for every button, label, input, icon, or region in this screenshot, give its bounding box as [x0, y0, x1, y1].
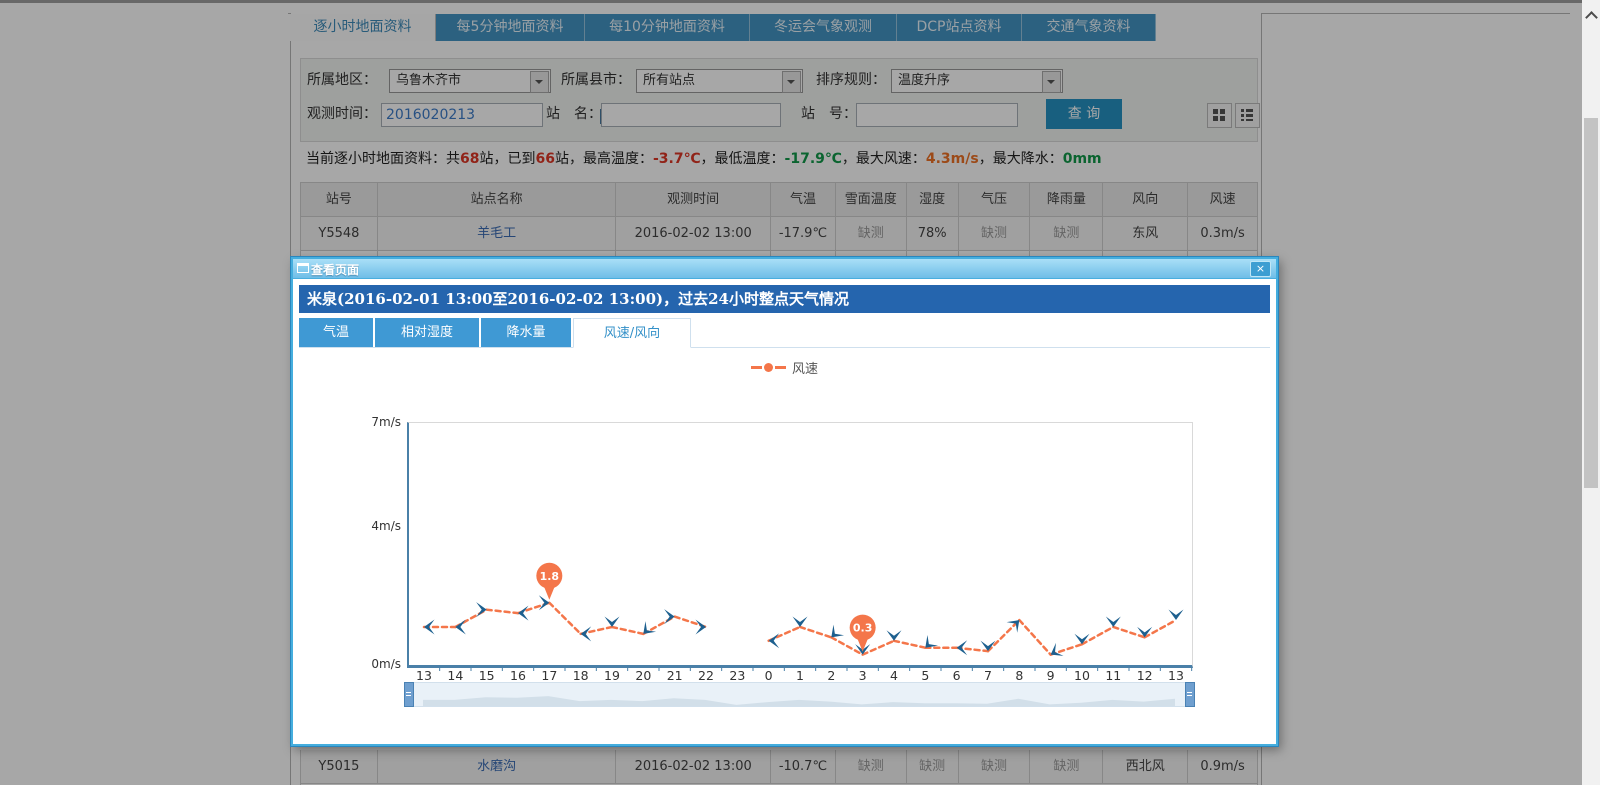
- wind-direction-arrow-icon: [886, 630, 901, 641]
- view-page-dialog: 查看页面 × 米泉(2016-02-01 13:00至2016-02-02 13…: [291, 257, 1278, 746]
- x-tick-label: 6: [953, 668, 961, 683]
- wind-direction-arrow-icon: [604, 616, 619, 627]
- datazoom-slider[interactable]: [407, 682, 1192, 707]
- x-tick-label: 23: [729, 668, 745, 683]
- dialog-tab-1[interactable]: 相对湿度: [375, 318, 479, 347]
- wind-direction-arrow-icon: [920, 635, 938, 653]
- dialog-tab-3[interactable]: 风速/风向: [573, 318, 691, 348]
- wind-direction-arrow-icon: [792, 616, 807, 627]
- wind-speed-chart: 1314151617181920212223012345678910111213…: [407, 422, 1193, 668]
- svg-text:1.8: 1.8: [540, 570, 560, 583]
- x-tick-label: 21: [667, 668, 683, 683]
- data-label-balloon: 1.8: [536, 563, 562, 600]
- x-tick-label: 11: [1105, 668, 1121, 683]
- top-border-line: [0, 0, 1600, 3]
- x-tick-label: 19: [604, 668, 620, 683]
- scrollbar-thumb[interactable]: [1584, 118, 1598, 488]
- datazoom-right-handle[interactable]: [1185, 682, 1195, 707]
- wind-direction-arrow-icon: [1106, 616, 1121, 627]
- x-tick-label: 15: [479, 668, 495, 683]
- wind-direction-arrow-icon: [1168, 610, 1183, 621]
- x-tick-label: 10: [1074, 668, 1090, 683]
- wind-direction-arrow-icon: [980, 641, 995, 652]
- close-button[interactable]: ×: [1250, 261, 1271, 277]
- x-tick-label: 3: [859, 668, 867, 683]
- x-tick-label: 12: [1137, 668, 1153, 683]
- vertical-scrollbar[interactable]: [1582, 0, 1600, 785]
- x-tick-label: 2: [827, 668, 835, 683]
- x-tick-label: 14: [447, 668, 463, 683]
- dialog-tab-bar: 气温相对湿度降水量风速/风向: [299, 318, 1270, 348]
- y-tick-label: 7m/s: [333, 413, 401, 431]
- dialog-title: 查看页面: [311, 261, 359, 278]
- y-tick-label: 4m/s: [333, 517, 401, 535]
- scroll-up-arrow-icon[interactable]: [1582, 6, 1600, 24]
- x-tick-label: 20: [635, 668, 651, 683]
- dialog-titlebar[interactable]: 查看页面 ×: [293, 259, 1276, 279]
- datazoom-left-handle[interactable]: [404, 682, 414, 707]
- wind-direction-arrow-icon: [695, 619, 706, 634]
- datazoom-silhouette: [408, 683, 1191, 706]
- x-tick-label: 18: [573, 668, 589, 683]
- x-tick-label: 17: [541, 668, 557, 683]
- legend-dot-icon: [764, 363, 773, 372]
- wind-direction-arrow-icon: [539, 595, 550, 610]
- chart-legend[interactable]: 风速: [293, 359, 1276, 375]
- x-tick-label: 1: [796, 668, 804, 683]
- y-tick-label: 0m/s: [333, 655, 401, 673]
- wind-direction-arrow-icon: [638, 621, 656, 639]
- x-tick-label: 5: [921, 668, 929, 683]
- legend-label: 风速: [792, 358, 818, 377]
- x-tick-label: 16: [510, 668, 526, 683]
- chart-canvas: 1314151617181920212223012345678910111213…: [409, 423, 1192, 665]
- x-tick-label: 8: [1015, 668, 1023, 683]
- wind-direction-arrow-icon: [518, 606, 529, 621]
- window-icon: [297, 263, 309, 273]
- legend-line-icon: [775, 366, 786, 369]
- dialog-tab-2[interactable]: 降水量: [481, 318, 571, 347]
- x-tick-label: 13: [416, 668, 432, 683]
- dialog-header-title: 米泉(2016-02-01 13:00至2016-02-02 13:00)，过去…: [299, 285, 1270, 313]
- wind-direction-arrow-icon: [476, 602, 487, 617]
- x-tick-label: 0: [765, 668, 773, 683]
- x-tick-label: 22: [698, 668, 714, 683]
- x-tick-label: 4: [890, 668, 898, 683]
- data-label-balloon: 0.3: [850, 615, 876, 652]
- x-tick-label: 7: [984, 668, 992, 683]
- wind-direction-arrow-icon: [664, 609, 675, 624]
- dialog-tab-0[interactable]: 气温: [299, 318, 373, 347]
- x-tick-label: 9: [1047, 668, 1055, 683]
- svg-text:0.3: 0.3: [853, 622, 873, 635]
- x-tick-label: 13: [1168, 668, 1184, 683]
- legend-line-icon: [751, 366, 762, 369]
